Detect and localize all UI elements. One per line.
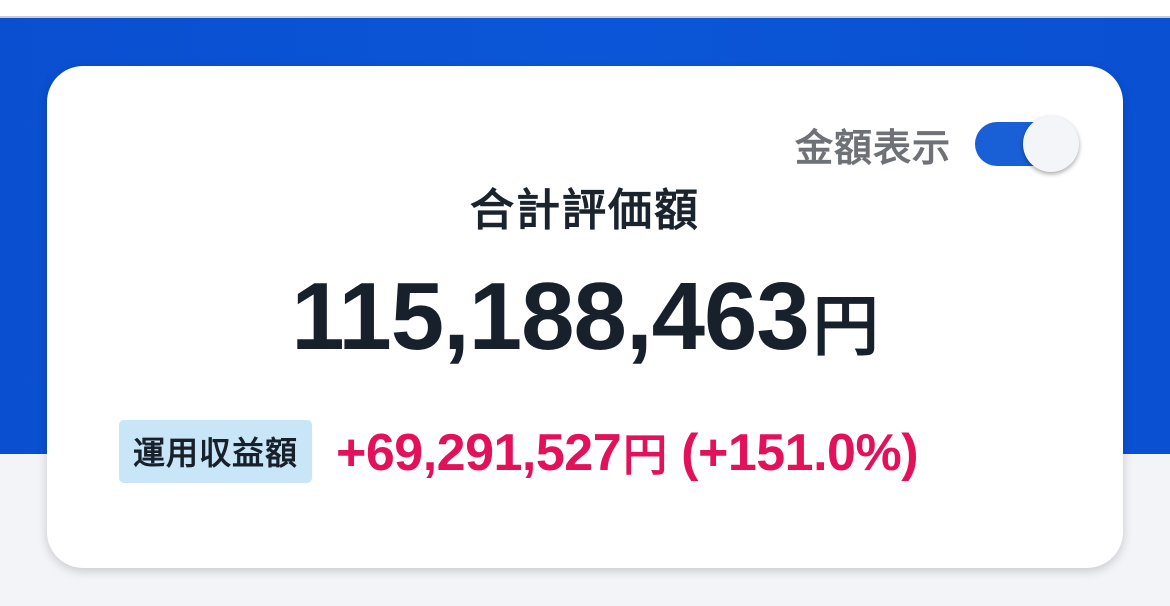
amount-display-label: 金額表示	[794, 125, 951, 170]
asset-summary-card: 金額表示 合計評価額 115,188,463円 運用収益額 +69,291,52…	[47, 66, 1123, 568]
total-valuation-amount: 115,188,463円	[47, 262, 1123, 372]
investment-profit-badge: 運用収益額	[119, 419, 313, 483]
investment-profit-percent: (+151.0%)	[681, 424, 919, 482]
investment-profit-unit: 円	[623, 430, 668, 481]
total-valuation-value: 115,188,463	[291, 263, 810, 370]
total-valuation-unit: 円	[812, 288, 879, 365]
investment-profit-value: +69,291,527 円 (+151.0%)	[336, 419, 918, 483]
toggle-knob[interactable]	[1023, 116, 1079, 172]
total-valuation-title: 合計評価額	[470, 185, 700, 236]
top-strip	[0, 0, 1170, 18]
amount-display-toggle[interactable]	[975, 116, 1079, 172]
amount-display-toggle-row: 金額表示	[795, 116, 1079, 172]
investment-profit-amount: +69,291,527	[336, 424, 622, 482]
investment-profit-row: 運用収益額 +69,291,527 円 (+151.0%)	[119, 419, 919, 483]
